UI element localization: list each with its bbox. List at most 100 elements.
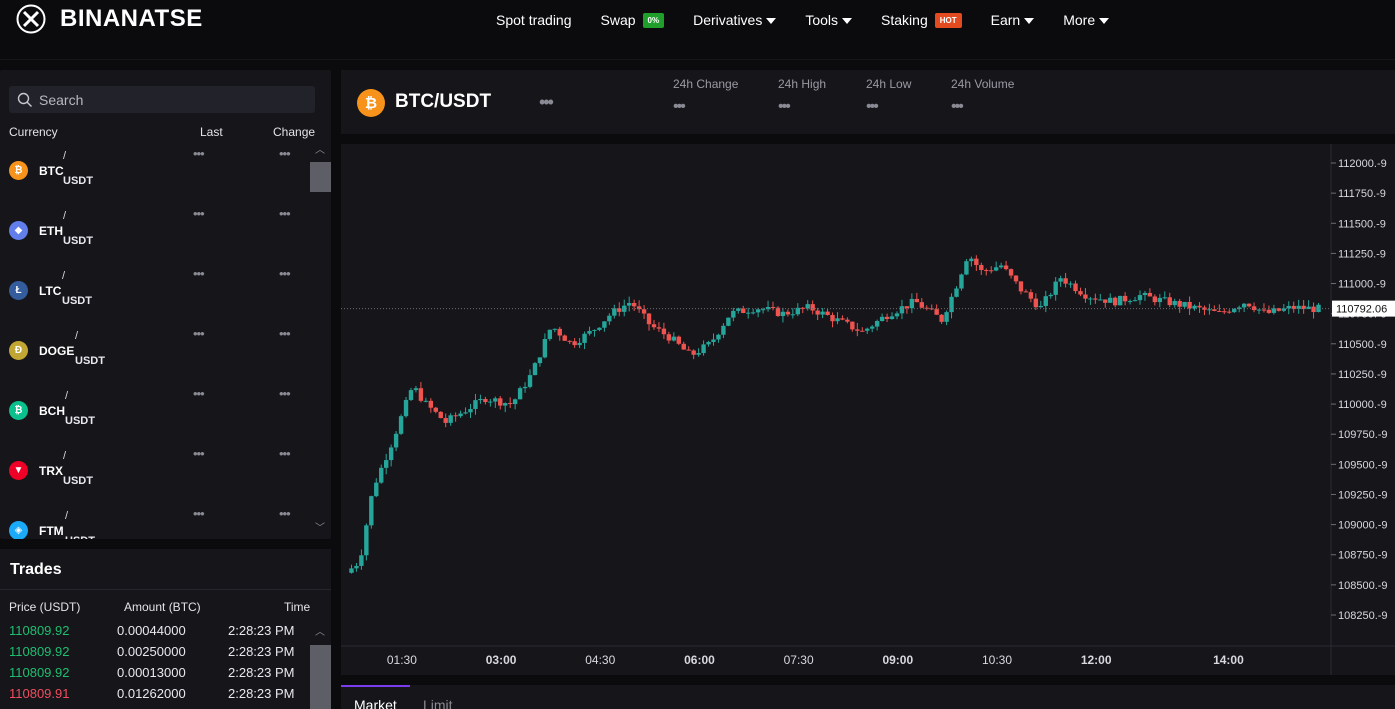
candle-body[interactable] [1212,309,1217,311]
column-header-change[interactable]: Change [273,125,315,139]
candle-body[interactable] [820,311,825,315]
candle-body[interactable] [1162,297,1167,299]
candle-body[interactable] [944,312,949,322]
candle-body[interactable] [800,307,805,309]
candle-body[interactable] [805,304,810,309]
candle-body[interactable] [686,349,691,351]
coin-list-scrollbar[interactable]: ︿ ﹀ [310,144,331,539]
candle-body[interactable] [1256,309,1262,311]
candle-body[interactable] [1013,275,1019,282]
candle-body[interactable] [612,308,617,316]
candle-body[interactable] [765,307,771,310]
candle-body[interactable] [1142,292,1148,296]
candle-body[interactable] [1251,306,1257,311]
nav-item-staking[interactable]: Staking HOT [881,12,962,28]
candle-body[interactable] [388,447,394,461]
candle-body[interactable] [428,400,434,408]
candle-body[interactable] [547,329,553,340]
candle-body[interactable] [562,335,567,341]
candle-body[interactable] [636,306,642,310]
search-box[interactable] [9,86,315,113]
candle-body[interactable] [577,342,582,346]
candle-body[interactable] [542,339,548,358]
candle-body[interactable] [512,399,518,405]
candle-body[interactable] [845,319,850,322]
candle-body[interactable] [889,316,895,320]
candle-body[interactable] [1207,309,1212,311]
column-header-currency[interactable]: Currency [9,125,58,139]
candle-body[interactable] [1177,300,1182,307]
candle-body[interactable] [661,328,667,335]
candle-body[interactable] [413,388,419,391]
candle-body[interactable] [488,401,493,403]
candle-body[interactable] [904,306,910,309]
candle-body[interactable] [393,433,399,448]
nav-item-earn[interactable]: Earn [991,12,1035,28]
candle-body[interactable] [493,398,498,402]
candle-body[interactable] [1068,283,1073,285]
candle-body[interactable] [869,326,875,329]
candle-body[interactable] [701,344,706,354]
candle-body[interactable] [537,357,543,364]
candle-body[interactable] [1147,292,1153,297]
candle-body[interactable] [646,313,652,325]
candle-body[interactable] [587,330,592,334]
candle-body[interactable] [438,411,443,419]
candle-body[interactable] [865,328,870,331]
candle-body[interactable] [1197,305,1202,308]
candle-body[interactable] [1241,303,1247,308]
candle-body[interactable] [1088,298,1093,300]
candle-body[interactable] [681,343,686,350]
candle-body[interactable] [691,350,696,355]
candle-body[interactable] [1108,297,1113,303]
candle-body[interactable] [433,407,438,412]
candle-body[interactable] [463,412,468,414]
candle-body[interactable] [532,363,538,376]
nav-item-swap[interactable]: Swap 0% [601,12,665,28]
candle-body[interactable] [1266,309,1272,313]
candle-body[interactable] [899,306,905,314]
candle-body[interactable] [770,307,776,309]
candle-body[interactable] [671,336,677,341]
candle-body[interactable] [676,336,681,344]
nav-item-more[interactable]: More [1063,12,1110,28]
scroll-up-arrow-icon[interactable]: ︿ [314,628,326,638]
tab-limit[interactable]: Limit [423,697,453,709]
candle-body[interactable] [810,304,815,311]
candle-body[interactable] [1187,301,1192,309]
list-item[interactable]: Ł LTC / USDT ••• ••• [0,264,305,324]
candle-body[interactable] [1028,292,1034,299]
candle-body[interactable] [597,327,602,330]
candle-body[interactable] [1271,308,1277,313]
list-item[interactable]: ◈ FTM / USDT ••• ••• [0,504,305,539]
candle-body[interactable] [666,334,672,341]
candle-body[interactable] [631,302,637,307]
candle-body[interactable] [1227,311,1232,313]
candle-body[interactable] [1132,300,1138,302]
candle-body[interactable] [1003,265,1009,270]
candle-body[interactable] [1103,299,1108,303]
candle-body[interactable] [850,321,855,330]
candle-body[interactable] [974,258,979,266]
scrollbar-thumb[interactable] [310,162,331,192]
list-item[interactable]: ₿ BTC / USDT ••• ••• [0,144,305,204]
candle-body[interactable] [1167,297,1172,306]
candle-body[interactable] [522,386,528,389]
candle-body[interactable] [919,302,924,308]
candle-body[interactable] [443,418,448,423]
candle-body[interactable] [458,413,463,417]
pair-name[interactable]: BTC/USDT [395,91,491,113]
candle-body[interactable] [1078,291,1083,295]
candle-body[interactable] [1038,305,1044,308]
column-header-last[interactable]: Last [200,125,223,139]
candle-body[interactable] [448,415,453,423]
candle-body[interactable] [1246,303,1252,307]
candle-body[interactable] [1008,269,1014,276]
candle-body[interactable] [706,342,711,345]
candle-body[interactable] [711,339,716,343]
candle-body[interactable] [989,270,994,272]
candle-body[interactable] [934,309,939,315]
candle-body[interactable] [398,416,404,434]
list-item[interactable]: ◆ ETH / USDT ••• ••• [0,204,305,264]
candle-body[interactable] [830,314,835,322]
